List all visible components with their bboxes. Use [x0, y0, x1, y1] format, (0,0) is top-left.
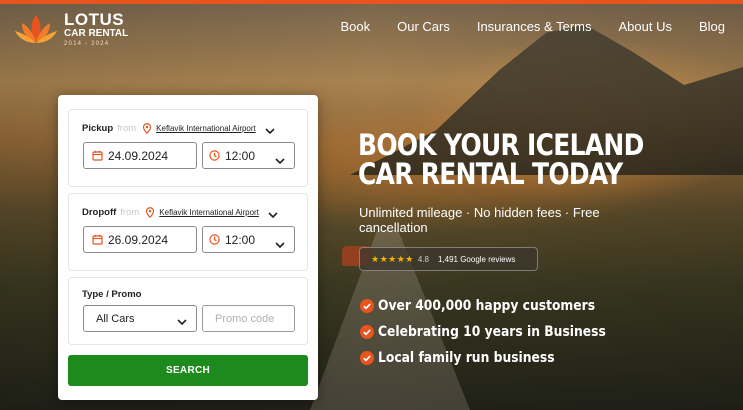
promo-code-placeholder: Promo code: [215, 312, 275, 325]
pickup-from-text: from: [117, 123, 137, 134]
car-type-value: All Cars: [96, 312, 135, 325]
nav-about-us[interactable]: About Us: [618, 19, 671, 34]
calendar-icon: [92, 234, 103, 245]
booking-card: Pickup from Keflavik International Airpo…: [58, 95, 318, 400]
brand-name: LOTUS: [64, 10, 125, 29]
pickup-section: Pickup from Keflavik International Airpo…: [68, 109, 308, 187]
headline-line-2: CAR RENTAL TODAY: [358, 157, 623, 191]
list-item: Local family run business: [360, 345, 637, 371]
location-pin-icon: [142, 123, 152, 135]
logo[interactable]: LOTUS CAR RENTAL 2014 - 2024: [14, 10, 128, 48]
benefit-text: Celebrating 10 years in Business: [378, 324, 606, 340]
chevron-down-icon: [275, 153, 285, 165]
check-circle-icon: [360, 325, 374, 339]
list-item: Over 400,000 happy customers: [360, 293, 637, 319]
dropoff-location-row[interactable]: Dropoff from Keflavik International Airp…: [82, 207, 278, 219]
chevron-down-icon: [177, 316, 187, 326]
location-pin-icon: [145, 207, 155, 219]
nav-blog[interactable]: Blog: [699, 19, 725, 34]
pickup-time-select[interactable]: 12:00: [202, 142, 295, 169]
dropoff-date-field[interactable]: 26.09.2024: [83, 226, 197, 253]
pickup-date-value: 24.09.2024: [108, 148, 169, 163]
brand-subtitle: CAR RENTAL: [64, 28, 129, 39]
hero-headline: BOOK YOUR ICELAND CAR RENTAL TODAY: [358, 131, 685, 189]
headline-line-1: BOOK YOUR ICELAND: [358, 128, 644, 162]
dropoff-location-link[interactable]: Keflavik International Airport: [159, 208, 259, 217]
search-button[interactable]: SEARCH: [68, 355, 308, 386]
dropoff-section: Dropoff from Keflavik International Airp…: [68, 193, 308, 271]
pickup-date-field[interactable]: 24.09.2024: [83, 142, 197, 169]
check-circle-icon: [360, 299, 374, 313]
pickup-time-value: 12:00: [225, 148, 256, 163]
hero-tagline: Unlimited mileage · No hidden fees · Fre…: [359, 205, 600, 235]
star-rating-icon: ★★★★★: [371, 253, 414, 264]
car-type-select[interactable]: All Cars: [83, 305, 197, 332]
benefit-text: Over 400,000 happy customers: [378, 298, 596, 314]
chevron-down-icon[interactable]: [265, 126, 275, 134]
brand-years: 2014 - 2024: [64, 41, 110, 47]
pickup-label: Pickup: [82, 123, 114, 134]
dropoff-date-value: 26.09.2024: [108, 232, 169, 247]
chevron-down-icon[interactable]: [268, 210, 278, 218]
list-item: Celebrating 10 years in Business: [360, 319, 637, 345]
review-count: 1,491 Google reviews: [437, 254, 516, 264]
type-promo-section: Type / Promo All Cars Promo code: [68, 277, 308, 345]
google-reviews-badge[interactable]: ★★★★★ 4.8 1,491 Google reviews: [359, 247, 538, 271]
dropoff-time-select[interactable]: 12:00: [202, 226, 295, 253]
nav-book[interactable]: Book: [340, 19, 370, 34]
clock-icon: [209, 234, 220, 245]
rating-value: 4.8: [417, 254, 429, 264]
nav-insurances-terms[interactable]: Insurances & Terms: [477, 19, 592, 34]
lotus-flower-icon: [14, 11, 58, 47]
promo-code-input[interactable]: Promo code: [202, 305, 295, 332]
main-nav: Book Our Cars Insurances & Terms About U…: [313, 19, 725, 34]
dropoff-label: Dropoff: [82, 207, 117, 218]
pickup-location-row[interactable]: Pickup from Keflavik International Airpo…: [82, 123, 275, 135]
type-promo-label: Type / Promo: [82, 289, 142, 300]
chevron-down-icon: [275, 237, 285, 249]
top-accent-bar: [0, 0, 743, 4]
calendar-icon: [92, 150, 103, 161]
dropoff-from-text: from: [120, 207, 140, 218]
clock-icon: [209, 150, 220, 161]
nav-our-cars[interactable]: Our Cars: [397, 19, 450, 34]
dropoff-time-value: 12:00: [225, 232, 256, 247]
pickup-location-link[interactable]: Keflavik International Airport: [156, 124, 256, 133]
check-circle-icon: [360, 351, 374, 365]
benefit-text: Local family run business: [378, 350, 555, 366]
benefits-list: Over 400,000 happy customers Celebrating…: [360, 293, 637, 371]
